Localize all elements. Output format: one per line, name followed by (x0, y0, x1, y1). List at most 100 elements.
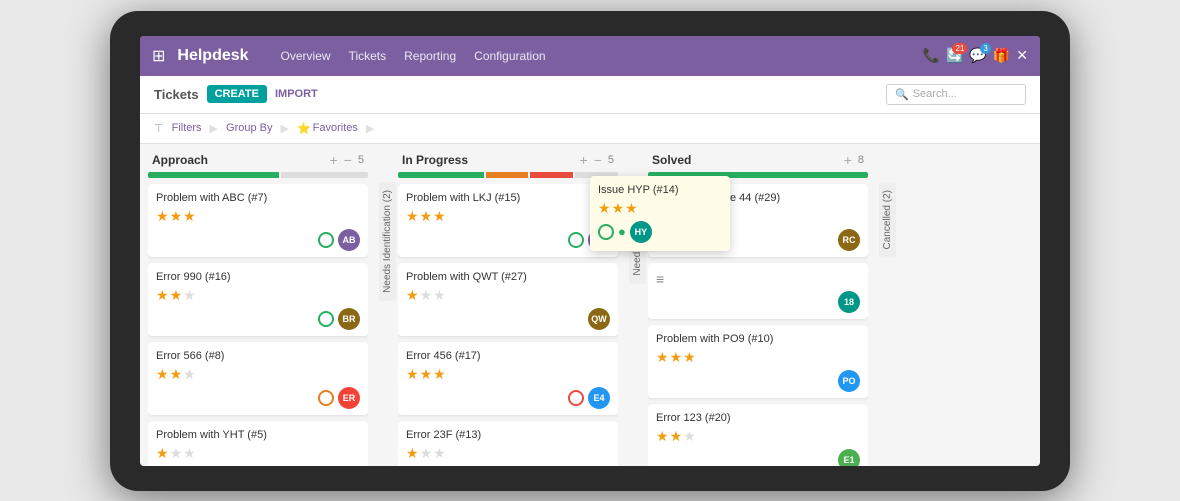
card-18[interactable]: ≡ 18 (648, 263, 868, 319)
card-abc7[interactable]: Problem with ABC (#7) ★ ★ ★ AB (148, 184, 368, 257)
col-fold-approach[interactable]: − (344, 152, 352, 168)
col-actions-approach: + − 5 (330, 152, 365, 168)
refresh-badge[interactable]: 🔄 21 (946, 47, 963, 64)
status-circle[interactable] (318, 390, 334, 406)
chat-badge[interactable]: 💬 3 (969, 47, 986, 64)
search-box[interactable]: 🔍 Search... (886, 84, 1026, 105)
phone-icon[interactable]: 📞 (923, 47, 940, 64)
card-23f-13[interactable]: Error 23F (#13) ★ ★ ★ EF (398, 421, 618, 466)
col-actions-inprogress: + − 5 (580, 152, 615, 168)
vertical-label-cancelled[interactable]: Cancelled (2) (879, 182, 896, 257)
star-1: ★ (656, 349, 669, 366)
create-button[interactable]: CREATE (207, 85, 267, 103)
search-placeholder: Search... (913, 88, 957, 100)
popup-status-circle[interactable] (598, 224, 614, 240)
col-count-solved: 8 (858, 154, 864, 166)
filters-button[interactable]: Filters (172, 122, 202, 134)
card-e123-20[interactable]: Error 123 (#20) ★ ★ ★ E1 (648, 404, 868, 466)
refresh-count: 21 (952, 43, 967, 54)
tablet-frame: ⊞ Helpdesk Overview Tickets Reporting Co… (110, 11, 1070, 491)
card-footer: PO (656, 370, 860, 392)
star-1: ★ (156, 208, 169, 225)
col-add-inprogress[interactable]: + (580, 152, 588, 168)
favorites-button[interactable]: ⭐ Favorites (297, 122, 358, 135)
star-1: ★ (598, 200, 611, 217)
star-2: ★ (170, 366, 183, 383)
star-1: ★ (656, 428, 669, 445)
import-button[interactable]: IMPORT (275, 88, 318, 100)
vertical-col-needs: Needs Identification (2) (376, 152, 398, 466)
subheader-left: Tickets CREATE IMPORT (154, 85, 318, 103)
status-circle[interactable] (318, 311, 334, 327)
card-title: Error 23F (#13) (406, 429, 610, 441)
groupby-button[interactable]: Group By (226, 122, 272, 134)
col-add-solved[interactable]: + (844, 152, 852, 168)
status-circle[interactable] (318, 232, 334, 248)
card-footer: QW (406, 308, 610, 330)
card-stars: ★ ★ ★ (156, 208, 360, 225)
card-footer: E1 (656, 449, 860, 466)
card-stars: ★ ★ ★ (406, 366, 610, 383)
close-icon[interactable]: ✕ (1016, 47, 1028, 64)
col-actions-solved: + 8 (844, 152, 864, 168)
nav-configuration[interactable]: Configuration (466, 45, 553, 67)
card-qwt27[interactable]: Problem with QWT (#27) ★ ★ ★ QW (398, 263, 618, 336)
search-icon: 🔍 (895, 88, 909, 101)
brand-name: Helpdesk (177, 47, 248, 65)
pb-orange (486, 172, 529, 178)
card-footer: BR (156, 308, 360, 330)
cards-approach: Problem with ABC (#7) ★ ★ ★ AB (148, 184, 368, 466)
star-3: ★ (433, 208, 446, 225)
star-3-empty: ★ (683, 428, 696, 445)
topbar: ⊞ Helpdesk Overview Tickets Reporting Co… (140, 36, 1040, 76)
star-3: ★ (625, 200, 638, 217)
col-fold-inprogress[interactable]: − (594, 152, 602, 168)
star-3-empty: ★ (433, 287, 446, 304)
card-po9-10[interactable]: Problem with PO9 (#10) ★ ★ ★ PO (648, 325, 868, 398)
card-title: Error 456 (#17) (406, 350, 610, 362)
card-title: Error 123 (#20) (656, 412, 860, 424)
card-footer: 18 (656, 291, 860, 313)
card-e566[interactable]: Error 566 (#8) ★ ★ ★ ER (148, 342, 368, 415)
top-nav: Overview Tickets Reporting Configuration (273, 45, 915, 67)
cards-inprogress: Problem with LKJ (#15) ★ ★ ★ LK (398, 184, 618, 466)
star-3: ★ (683, 349, 696, 366)
col-add-approach[interactable]: + (330, 152, 338, 168)
status-circle[interactable] (568, 232, 584, 248)
nav-tickets[interactable]: Tickets (341, 45, 395, 67)
vertical-col-cancelled: Cancelled (2) (876, 152, 898, 466)
card-stars: ★ ★ ★ (406, 287, 610, 304)
card-title: Problem with QWT (#27) (406, 271, 610, 283)
card-stars: ★ ★ ★ (156, 287, 360, 304)
card-e990[interactable]: Error 990 (#16) ★ ★ ★ BR (148, 263, 368, 336)
progress-inprogress (398, 172, 618, 178)
col-header-solved: Solved + 8 (648, 152, 868, 172)
nav-reporting[interactable]: Reporting (396, 45, 464, 67)
progress-approach (148, 172, 368, 178)
vertical-label-needs[interactable]: Needs Identification (2) (379, 182, 396, 301)
gift-icon[interactable]: 🎁 (993, 47, 1010, 64)
nav-overview[interactable]: Overview (273, 45, 339, 67)
card-stars: ★ ★ ★ (656, 428, 860, 445)
card-title: Problem with ABC (#7) (156, 192, 360, 204)
grid-icon[interactable]: ⊞ (152, 46, 165, 66)
star-3-empty: ★ (183, 287, 196, 304)
card-stars: ★ ★ ★ (156, 445, 360, 462)
chat-count: 3 (980, 43, 990, 54)
subheader: Tickets CREATE IMPORT 🔍 Search... (140, 76, 1040, 114)
popup-card-hyp14[interactable]: Issue HYP (#14) ★ ★ ★ ● HY (590, 176, 730, 251)
card-title: Problem with YHT (#5) (156, 429, 360, 441)
card-lkj15[interactable]: Problem with LKJ (#15) ★ ★ ★ LK (398, 184, 618, 257)
avatar: E4 (588, 387, 610, 409)
card-yht5[interactable]: Problem with YHT (#5) ★ ★ ★ YH (148, 421, 368, 466)
star-1: ★ (156, 366, 169, 383)
col-title-approach: Approach (152, 153, 208, 167)
card-title: ≡ (656, 271, 860, 287)
card-title: Error 566 (#8) (156, 350, 360, 362)
avatar: BR (338, 308, 360, 330)
card-456-17[interactable]: Error 456 (#17) ★ ★ ★ E4 (398, 342, 618, 415)
status-circle[interactable] (568, 390, 584, 406)
star-1: ★ (156, 287, 169, 304)
card-stars: ★ ★ ★ (406, 208, 610, 225)
kanban-col-inprogress: In Progress + − 5 (398, 152, 618, 466)
